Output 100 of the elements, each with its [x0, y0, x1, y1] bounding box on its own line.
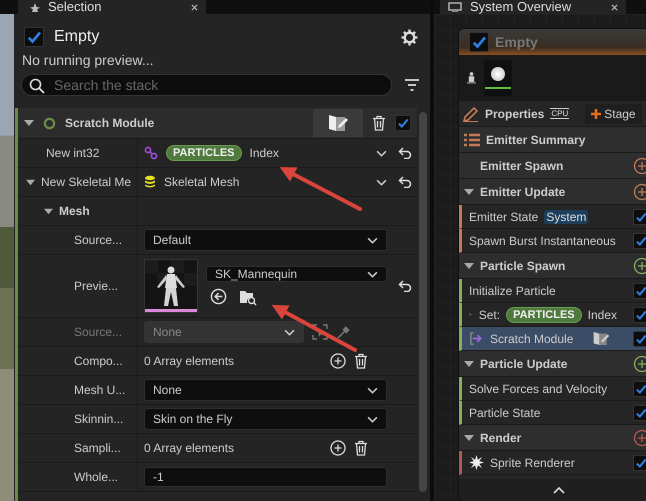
dropdown[interactable]: None — [144, 379, 387, 401]
trash-icon[interactable] — [372, 115, 386, 131]
module-row[interactable]: Spawn Burst Instantaneous — [459, 229, 646, 253]
module-name: Solve Forces and Velocity — [469, 382, 608, 396]
parameter-name: Index — [588, 308, 617, 322]
reset-icon[interactable] — [398, 176, 412, 188]
property-label: Whole... — [74, 470, 118, 484]
ring-icon — [43, 116, 56, 130]
property-label: Mesh — [59, 204, 90, 218]
expand-triangle-icon[interactable] — [26, 178, 35, 186]
particle-thumbnail[interactable] — [484, 60, 512, 96]
settings-icon[interactable] — [401, 28, 418, 46]
chevron-down-icon — [284, 328, 295, 336]
property-label: Sampli... — [74, 441, 121, 455]
expand-triangle-icon[interactable] — [24, 118, 34, 128]
properties-label[interactable]: Properties — [485, 106, 544, 120]
checkbox[interactable] — [633, 330, 646, 346]
checkbox[interactable] — [633, 454, 646, 470]
module-row[interactable]: Set: PARTICLES Index — [459, 303, 646, 327]
person-icon — [467, 71, 476, 85]
property-label: Previe... — [74, 279, 118, 293]
module-name: Particle State — [469, 406, 540, 420]
pencil-icon — [463, 106, 479, 122]
checkbox[interactable] — [633, 380, 646, 396]
filter-icon[interactable] — [404, 79, 420, 91]
module-name: Emitter State — [469, 210, 538, 224]
module-title: Scratch Module — [65, 116, 154, 130]
search-field[interactable]: Search the stack — [21, 74, 392, 96]
parameter-name: Index — [250, 146, 279, 160]
module-row[interactable]: Sprite Renderer — [459, 451, 646, 475]
collapse-chevron-icon[interactable] — [553, 486, 565, 494]
namespace-tag: PARTICLES — [506, 306, 582, 322]
checkbox[interactable] — [395, 115, 411, 131]
checkbox[interactable] — [24, 27, 44, 47]
expand-triangle-icon[interactable] — [464, 358, 474, 368]
edit-icon[interactable] — [592, 331, 610, 346]
module-row[interactable]: Emitter State System — [459, 205, 646, 229]
trash-icon[interactable] — [354, 353, 368, 369]
scrollbar[interactable] — [419, 112, 427, 492]
reset-icon[interactable] — [398, 147, 412, 159]
module-name: Spawn Burst Instantaneous — [469, 234, 616, 248]
dropdown[interactable]: Skin on the Fly — [144, 408, 387, 430]
expand-triangle-icon[interactable] — [464, 186, 474, 196]
module-row[interactable]: Solve Forces and Velocity — [459, 377, 646, 401]
module-row[interactable]: Initialize Particle — [459, 279, 646, 303]
chevron-down-icon — [367, 416, 378, 422]
edit-scratch-button[interactable] — [313, 109, 363, 137]
property-label: New Skeletal Me — [41, 175, 132, 189]
database-icon — [144, 175, 156, 189]
property-label: Compo... — [74, 354, 123, 368]
chevron-down-icon — [376, 150, 387, 156]
trash-icon[interactable] — [354, 440, 368, 456]
checkbox[interactable] — [633, 232, 646, 248]
chevron-down-icon — [367, 386, 378, 394]
asset-dropdown[interactable]: SK_Mannequin — [206, 266, 387, 282]
chevron-down-icon — [376, 178, 387, 186]
property-label: Mesh U... — [74, 383, 126, 397]
panel-tab[interactable]: Selection — [18, 0, 206, 14]
monitor-icon — [448, 2, 462, 12]
module-name: Initialize Particle — [469, 284, 556, 298]
stage-title[interactable]: Render — [480, 430, 522, 444]
emitter-name: Empty — [495, 34, 538, 50]
expand-triangle-icon[interactable] — [464, 260, 474, 270]
add-icon[interactable] — [633, 256, 646, 274]
browse-folder-icon[interactable] — [239, 288, 257, 306]
module-row[interactable]: Particle State — [459, 401, 646, 425]
checkbox[interactable] — [633, 282, 646, 298]
chevron-down-icon — [367, 270, 378, 278]
edit-icon — [327, 114, 349, 132]
close-icon[interactable] — [611, 4, 618, 10]
panel-tab[interactable]: System Overview — [440, 0, 626, 14]
module-row[interactable]: Scratch Module — [459, 327, 646, 351]
property-label: Source... — [74, 233, 122, 247]
number-field[interactable]: -1 — [144, 467, 387, 487]
add-stage-button[interactable]: Stage — [585, 104, 642, 124]
preview-status: No running preview... — [21, 51, 155, 70]
add-icon[interactable] — [633, 354, 646, 372]
property-label: New int32 — [46, 146, 100, 160]
list-icon — [464, 132, 480, 146]
module-name: Set: — [478, 308, 500, 322]
use-selected-icon[interactable] — [210, 288, 227, 305]
module-tag: System — [544, 210, 588, 224]
search-icon — [29, 78, 45, 94]
dropdown[interactable]: Default — [144, 229, 387, 251]
checkbox[interactable] — [633, 404, 646, 420]
checkbox[interactable] — [633, 208, 646, 224]
chevron-down-icon — [367, 236, 378, 244]
reset-icon[interactable] — [398, 280, 412, 292]
module-name: Sprite Renderer — [490, 456, 575, 470]
namespace-tag: PARTICLES — [166, 145, 242, 161]
checkbox[interactable] — [469, 32, 489, 52]
array-count: 0 Array elements — [144, 354, 234, 368]
array-count: 0 Array elements — [144, 441, 234, 455]
enter-arrow-icon — [469, 331, 484, 346]
expand-triangle-icon[interactable] — [464, 432, 474, 442]
module-name: Scratch Module — [490, 332, 574, 346]
close-icon[interactable] — [191, 4, 198, 10]
checkbox[interactable] — [633, 306, 646, 322]
expand-triangle-icon[interactable] — [44, 206, 53, 216]
data-interface-type: Skeletal Mesh — [164, 175, 240, 189]
